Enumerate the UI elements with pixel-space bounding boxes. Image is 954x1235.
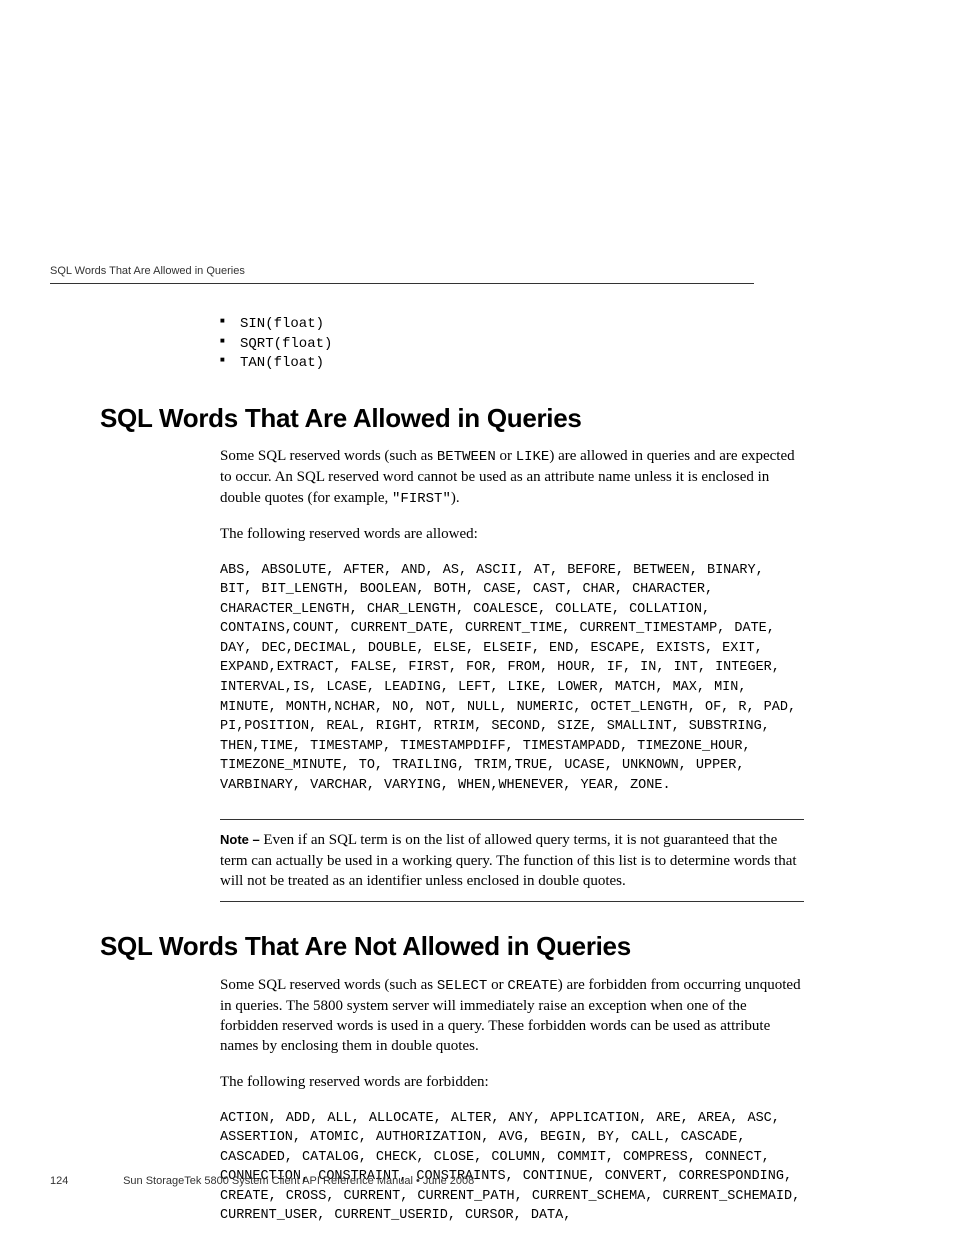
paragraph: Some SQL reserved words (such as BETWEEN… [220,446,804,508]
note-label: Note – [220,832,263,847]
section-heading-allowed: SQL Words That Are Allowed in Queries [100,404,804,433]
text: ). [451,490,460,506]
text: Some SQL reserved words (such as [220,448,437,464]
running-header: SQL Words That Are Allowed in Queries [50,265,754,284]
keyword-like: LIKE [516,449,550,465]
text: or [487,977,507,993]
section-heading-not-allowed: SQL Words That Are Not Allowed in Querie… [100,932,804,961]
list-item: SIN(float) [220,315,804,335]
keyword-select: SELECT [437,978,487,994]
paragraph: The following reserved words are forbidd… [220,1072,804,1092]
footer-title: Sun StorageTek 5800 System Client API Re… [123,1175,474,1187]
paragraph: The following reserved words are allowed… [220,524,804,544]
note-box: Note – Even if an SQL term is on the lis… [220,819,804,902]
page: SQL Words That Are Allowed in Queries SI… [0,0,954,1235]
note-text: Even if an SQL term is on the list of al… [220,832,797,889]
keyword-between: BETWEEN [437,449,496,465]
text: or [496,448,516,464]
reserved-words-forbidden: ACTION, ADD, ALL, ALLOCATE, ALTER, ANY, … [220,1109,804,1226]
text: Some SQL reserved words (such as [220,977,437,993]
list-item: TAN(float) [220,354,804,374]
list-item: SQRT(float) [220,335,804,355]
page-footer: 124 Sun StorageTek 5800 System Client AP… [50,1175,754,1187]
reserved-words-allowed: ABS, ABSOLUTE, AFTER, AND, AS, ASCII, AT… [220,561,804,796]
keyword-create: CREATE [507,978,557,994]
function-list: SIN(float) SQRT(float) TAN(float) [220,315,804,374]
page-number: 124 [50,1175,120,1187]
paragraph: Some SQL reserved words (such as SELECT … [220,975,804,1057]
keyword-first: "FIRST" [392,491,451,507]
body-content: SIN(float) SQRT(float) TAN(float) SQL Wo… [220,315,804,1226]
